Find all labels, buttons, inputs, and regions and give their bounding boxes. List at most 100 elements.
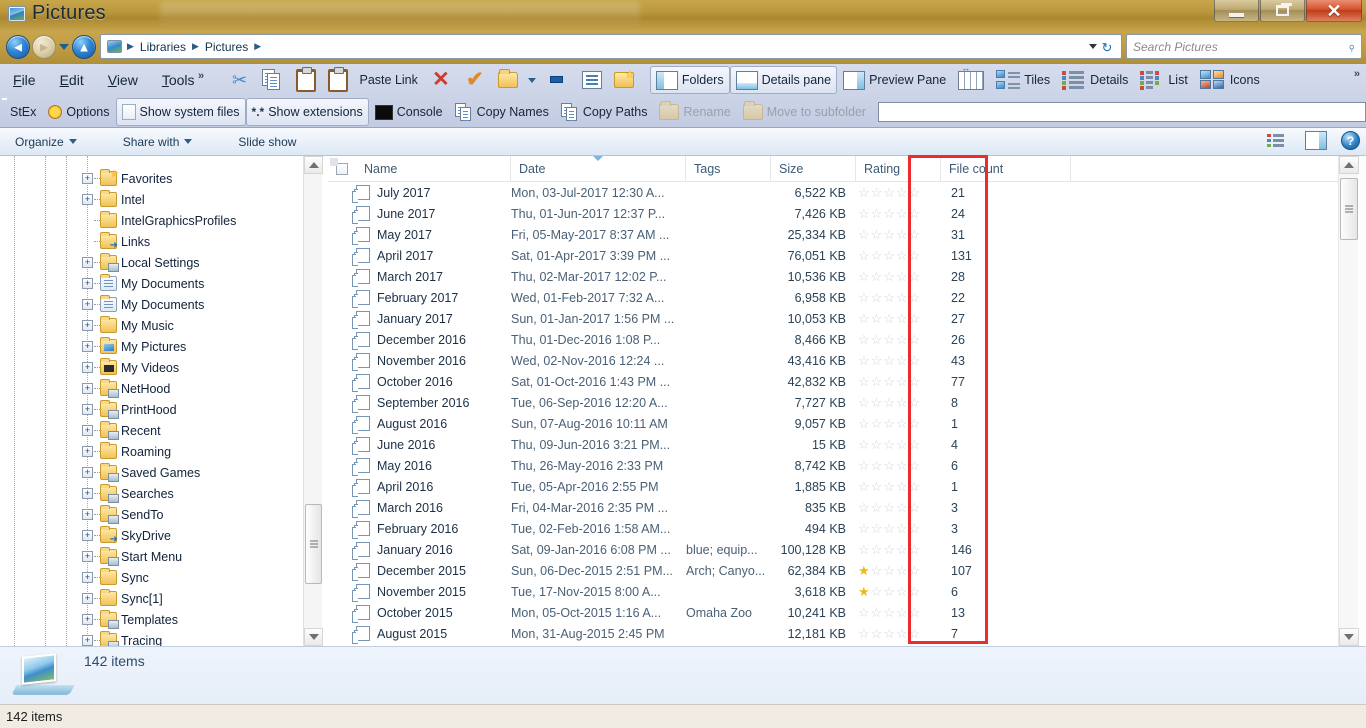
change-view-button[interactable]	[1267, 133, 1291, 149]
cell-name[interactable]: August 2016	[328, 413, 511, 434]
table-row[interactable]: February 2016 Tue, 02-Feb-2016 1:58 AM...…	[328, 518, 1338, 539]
rating-star-icon[interactable]: ☆	[909, 543, 921, 556]
copy-paths-button[interactable]: Copy Paths	[555, 98, 654, 126]
tree-item-searches[interactable]: + Searches	[0, 483, 300, 504]
breadcrumb[interactable]: ▶ Libraries ▶ Pictures ▶ ↻	[100, 34, 1122, 59]
cut-button[interactable]: ✂	[224, 66, 256, 94]
rating-star-icon[interactable]: ☆	[858, 627, 870, 640]
properties-button[interactable]	[576, 66, 608, 94]
table-row[interactable]: February 2017 Wed, 01-Feb-2017 7:32 A... 6…	[328, 287, 1338, 308]
table-row[interactable]: August 2016 Sun, 07-Aug-2016 10:11 AM 9,05…	[328, 413, 1338, 434]
tree-item-favorites[interactable]: + Favorites	[0, 168, 300, 189]
rating-star-icon[interactable]: ☆	[896, 207, 908, 220]
rating-star-icon[interactable]: ☆	[871, 501, 883, 514]
rating-star-icon[interactable]: ☆	[909, 480, 921, 493]
tree-item-recent[interactable]: + Recent	[0, 420, 300, 441]
rating-star-icon[interactable]: ☆	[896, 291, 908, 304]
menu-file[interactable]: File	[2, 69, 47, 91]
rating-star-icon[interactable]: ☆	[858, 438, 870, 451]
rating-star-icon[interactable]: ☆	[858, 501, 870, 514]
rating-star-icon[interactable]: ☆	[858, 375, 870, 388]
rating-star-icon[interactable]: ★	[858, 585, 870, 598]
cell-rating[interactable]: ☆ ☆ ☆ ☆ ☆	[856, 308, 941, 329]
menu-edit[interactable]: Edit	[49, 69, 95, 91]
tree-item-sync-1-[interactable]: + Sync[1]	[0, 588, 300, 609]
copy-button[interactable]	[256, 66, 290, 94]
cell-rating[interactable]: ☆ ☆ ☆ ☆ ☆	[856, 329, 941, 350]
menu-view[interactable]: View	[97, 69, 149, 91]
show-extensions-toggle[interactable]: *.* Show extensions	[245, 98, 369, 126]
cell-rating[interactable]: ★ ☆ ☆ ☆ ☆	[856, 560, 941, 581]
rating-star-icon[interactable]: ☆	[896, 501, 908, 514]
select-all-checkbox[interactable]	[328, 156, 356, 182]
rating-star-icon[interactable]: ☆	[896, 606, 908, 619]
rating-star-icon[interactable]: ☆	[883, 438, 895, 451]
column-header-count[interactable]: File count	[941, 156, 1071, 182]
tree-item-my-music[interactable]: + My Music	[0, 315, 300, 336]
rating-star-icon[interactable]: ☆	[896, 585, 908, 598]
rating-star-icon[interactable]: ☆	[858, 522, 870, 535]
rating-star-icon[interactable]: ☆	[883, 564, 895, 577]
cell-rating[interactable]: ☆ ☆ ☆ ☆ ☆	[856, 350, 941, 371]
tree-expander-icon[interactable]: +	[82, 551, 93, 562]
rating-star-icon[interactable]: ☆	[909, 459, 921, 472]
rating-star-icon[interactable]: ☆	[871, 627, 883, 640]
cell-rating[interactable]: ☆ ☆ ☆ ☆ ☆	[856, 245, 941, 266]
rating-star-icon[interactable]: ☆	[909, 207, 921, 220]
cell-rating[interactable]: ☆ ☆ ☆ ☆ ☆	[856, 266, 941, 287]
tree-item-my-documents[interactable]: + My Documents	[0, 273, 300, 294]
breadcrumb-item-pictures[interactable]: Pictures	[201, 39, 252, 55]
table-row[interactable]: July 2017 Mon, 03-Jul-2017 12:30 A... 6,52…	[328, 182, 1338, 203]
rating-star-icon[interactable]: ☆	[909, 417, 921, 430]
tree-expander-icon[interactable]: +	[82, 404, 93, 415]
rating-star-icon[interactable]: ☆	[883, 396, 895, 409]
cell-rating[interactable]: ☆ ☆ ☆ ☆ ☆	[856, 518, 941, 539]
cell-rating[interactable]: ☆ ☆ ☆ ☆ ☆	[856, 602, 941, 623]
rating-star-icon[interactable]: ☆	[858, 480, 870, 493]
table-row[interactable]: January 2016 Sat, 09-Jan-2016 6:08 PM ...…	[328, 539, 1338, 560]
column-header-tags[interactable]: Tags	[686, 156, 771, 182]
table-row[interactable]: May 2017 Fri, 05-May-2017 8:37 AM ... 25,3…	[328, 224, 1338, 245]
rating-star-icon[interactable]: ☆	[896, 312, 908, 325]
tree-expander-icon[interactable]: +	[82, 299, 93, 310]
rating-star-icon[interactable]: ☆	[909, 396, 921, 409]
tree-expander-icon[interactable]: +	[82, 425, 93, 436]
list-view-button[interactable]: List	[1134, 66, 1193, 94]
cell-name[interactable]: January 2017	[328, 308, 511, 329]
tree-item-my-pictures[interactable]: + My Pictures	[0, 336, 300, 357]
rating-star-icon[interactable]: ☆	[896, 396, 908, 409]
tiles-view-button[interactable]: Tiles	[990, 66, 1056, 94]
cell-rating[interactable]: ★ ☆ ☆ ☆ ☆	[856, 581, 941, 602]
table-row[interactable]: March 2017 Thu, 02-Mar-2017 12:02 P... 10,…	[328, 266, 1338, 287]
list-scroll-down-button[interactable]	[1339, 628, 1359, 646]
table-row[interactable]: May 2016 Thu, 26-May-2016 2:33 PM 8,742 KB…	[328, 455, 1338, 476]
tree-item-intelgraphicsprofiles[interactable]: IntelGraphicsProfiles	[0, 210, 300, 231]
rating-star-icon[interactable]: ★	[858, 564, 870, 577]
rating-star-icon[interactable]: ☆	[909, 291, 921, 304]
rating-star-icon[interactable]: ☆	[883, 417, 895, 430]
organize-button[interactable]: Organize	[6, 132, 86, 152]
cell-rating[interactable]: ☆ ☆ ☆ ☆ ☆	[856, 434, 941, 455]
cell-name[interactable]: February 2017	[328, 287, 511, 308]
list-scroll-thumb[interactable]	[1340, 178, 1358, 240]
rating-star-icon[interactable]: ☆	[909, 186, 921, 199]
cell-rating[interactable]: ☆ ☆ ☆ ☆ ☆	[856, 413, 941, 434]
rating-star-icon[interactable]: ☆	[896, 543, 908, 556]
rating-star-icon[interactable]: ☆	[883, 606, 895, 619]
cell-name[interactable]: November 2016	[328, 350, 511, 371]
tree-expander-icon[interactable]: +	[82, 194, 93, 205]
rating-star-icon[interactable]: ☆	[871, 396, 883, 409]
tree-expander-icon[interactable]: +	[82, 467, 93, 478]
rating-star-icon[interactable]: ☆	[871, 585, 883, 598]
stex-text-input[interactable]	[878, 102, 1366, 122]
rating-star-icon[interactable]: ☆	[883, 333, 895, 346]
tree-item-printhood[interactable]: + PrintHood	[0, 399, 300, 420]
rating-star-icon[interactable]: ☆	[909, 228, 921, 241]
table-row[interactable]: November 2015 Tue, 17-Nov-2015 8:00 A... 3…	[328, 581, 1338, 602]
rating-star-icon[interactable]: ☆	[871, 228, 883, 241]
column-header-size[interactable]: Size	[771, 156, 856, 182]
cell-name[interactable]: February 2016	[328, 518, 511, 539]
rating-star-icon[interactable]: ☆	[858, 249, 870, 262]
cell-rating[interactable]: ☆ ☆ ☆ ☆ ☆	[856, 455, 941, 476]
rating-star-icon[interactable]: ☆	[883, 270, 895, 283]
